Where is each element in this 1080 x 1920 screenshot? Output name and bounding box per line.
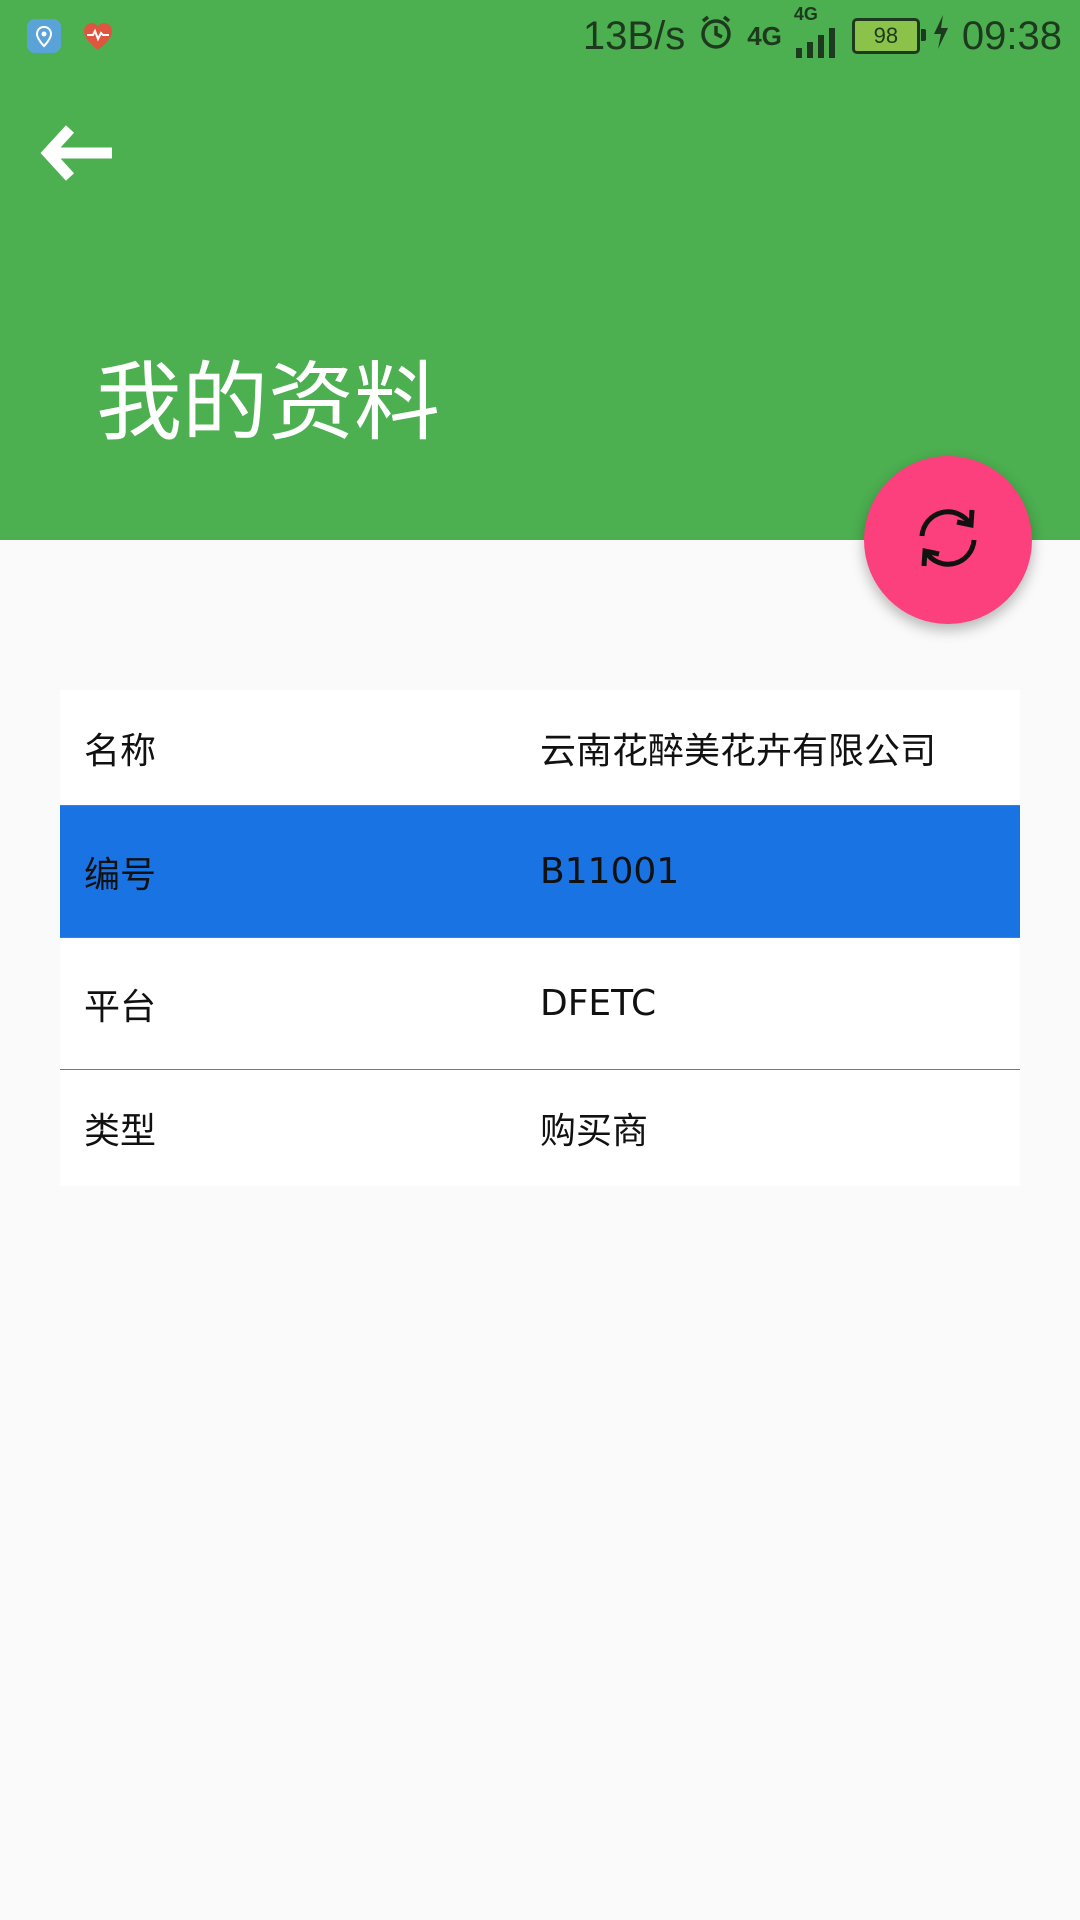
row-label: 编号 [84, 854, 157, 896]
refresh-icon [908, 498, 988, 582]
row-label: 平台 [84, 986, 157, 1028]
battery-level: 98 [873, 23, 899, 48]
profile-row-name[interactable]: 名称 云南花醉美花卉有限公司 [60, 690, 1020, 806]
row-value: DFETC [540, 983, 657, 1024]
health-app-icon [81, 19, 115, 53]
row-value: 购买商 [540, 1111, 649, 1152]
profile-table: 名称 云南花醉美花卉有限公司 编号 B11001 平台 DFETC 类型 购买商 [60, 690, 1020, 1186]
header-bar: 13B/s 4G 4G 98 09:38 我的资料 [0, 0, 1080, 540]
battery-indicator: 98 [851, 18, 926, 54]
row-label: 名称 [84, 730, 157, 772]
alarm-icon [697, 13, 735, 60]
clock: 09:38 [961, 13, 1062, 58]
row-value: B11001 [540, 851, 680, 892]
profile-row-code[interactable]: 编号 B11001 [60, 806, 1020, 938]
net-speed: 13B/s [582, 13, 686, 58]
row-label: 类型 [84, 1111, 157, 1152]
page-title: 我的资料 [96, 353, 440, 453]
profile-row-platform[interactable]: 平台 DFETC [60, 938, 1020, 1070]
arrow-left-icon [40, 123, 116, 187]
profile-row-type[interactable]: 类型 购买商 [60, 1070, 1020, 1186]
network-4g-b: 4G [793, 4, 818, 24]
status-bar: 13B/s 4G 4G 98 09:38 [0, 0, 1080, 72]
charging-icon [932, 14, 950, 58]
back-button[interactable] [40, 120, 130, 190]
row-value: 云南花醉美花卉有限公司 [540, 730, 937, 772]
network-4g-a: 4G [747, 21, 782, 51]
signal-icon [794, 23, 840, 67]
refresh-button[interactable] [864, 456, 1032, 624]
location-app-icon [27, 19, 61, 53]
